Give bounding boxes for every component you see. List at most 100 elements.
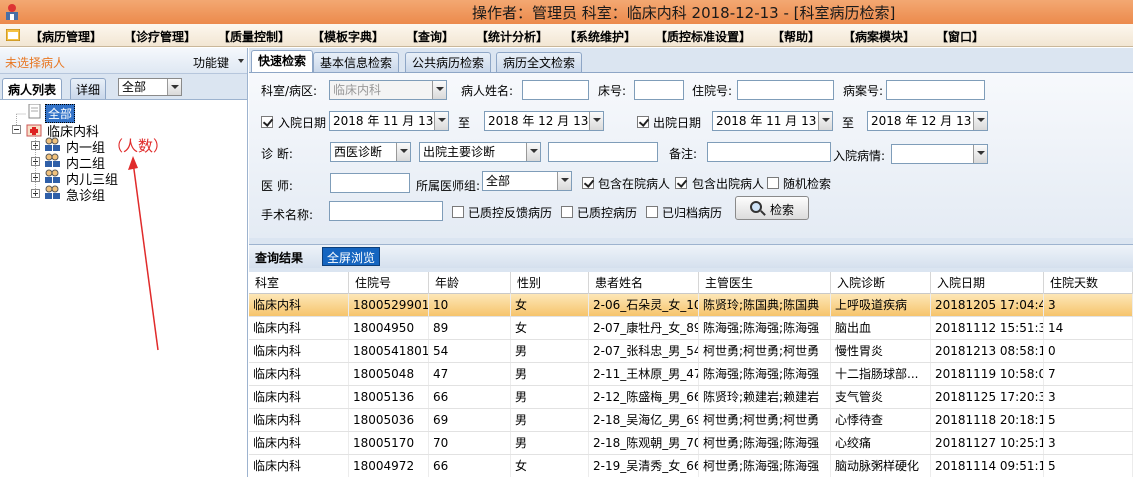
admit-from-date[interactable]: 2018 年 11 月 13 日 <box>329 111 449 131</box>
expand-toggle-icon[interactable] <box>31 157 40 166</box>
include-discharged-checkbox[interactable] <box>675 177 687 189</box>
table-row[interactable]: 临床内科 18004950 89 女 2-07_康牡丹_女_89 陈海强;陈海强;陈海强脑… <box>249 317 1133 340</box>
quick-search-form: 科室/病区: 临床内科 病人姓名: 床号: 住院号: 病案号: 入院日期 201… <box>249 72 1133 238</box>
diagnosis-input[interactable] <box>548 142 658 162</box>
menu-query[interactable]: 【查询】 <box>406 28 454 45</box>
cell-gender: 男 <box>511 363 589 385</box>
group-icon <box>45 169 60 183</box>
expand-toggle-icon[interactable] <box>31 173 40 182</box>
menu-statistics[interactable]: 【统计分析】 <box>476 28 548 45</box>
cell-admission-no: 18005170 <box>349 432 429 454</box>
dept-label: 科室/病区: <box>261 84 318 98</box>
chevron-down-icon[interactable] <box>238 59 244 63</box>
header-col-doctor[interactable]: 主管医生 <box>699 272 831 294</box>
include-inpatients-checkbox[interactable] <box>582 177 594 189</box>
chevron-down-icon[interactable] <box>557 172 571 190</box>
cell-admit-diagnosis: 上呼吸道疾病 <box>831 294 931 316</box>
tab-patient-list[interactable]: 病人列表 <box>2 78 63 99</box>
tab-basic-info-search[interactable]: 基本信息检索 <box>313 52 400 72</box>
bed-input[interactable] <box>634 80 684 100</box>
table-row[interactable]: 临床内科 18005170 70 男 2-18_陈观朝_男_70 柯世勇;陈海强;陈海强心… <box>249 432 1133 455</box>
fullscreen-button[interactable]: 全屏浏览 <box>322 247 381 266</box>
discharge-from-date[interactable]: 2018 年 11 月 13 日 <box>712 111 833 131</box>
discharge-date-checkbox[interactable] <box>637 116 649 128</box>
cell-admit-diagnosis: 心悸待查 <box>831 409 931 431</box>
search-button[interactable]: 检索 <box>735 196 809 220</box>
qc-done-label: 已质控病历 <box>577 206 638 220</box>
qc-feedback-label: 已质控反馈病历 <box>468 206 553 220</box>
chevron-down-icon[interactable] <box>167 79 181 95</box>
cell-doctor: 柯世勇;柯世勇;柯世勇 <box>699 340 831 362</box>
admit-condition-select[interactable] <box>891 144 988 164</box>
archived-checkbox[interactable] <box>646 206 658 218</box>
chevron-down-icon[interactable] <box>973 112 987 130</box>
table-row[interactable]: 临床内科 1800541801 54 男 2-07_张科忠_男_54 柯世勇;柯世勇;柯世… <box>249 340 1133 363</box>
function-key-button[interactable]: 功能键 <box>193 54 229 71</box>
case-no-input[interactable] <box>886 80 985 100</box>
menu-case-module[interactable]: 【病案模块】 <box>843 28 915 45</box>
cell-patient-name: 2-12_陈盛梅_男_66 <box>589 386 699 408</box>
header-col-admission-no[interactable]: 住院号 <box>349 272 429 294</box>
diagnosis-type-select[interactable]: 西医诊断 <box>330 142 411 162</box>
table-row[interactable]: 临床内科 18005136 66 男 2-12_陈盛梅_男_66 陈贤玲;赖建岩;赖建岩支… <box>249 386 1133 409</box>
admit-date-checkbox[interactable] <box>261 116 273 128</box>
qc-feedback-checkbox[interactable] <box>452 206 464 218</box>
tab-detail[interactable]: 详细 <box>70 78 107 99</box>
diagnosis-kind-select[interactable]: 出院主要诊断 <box>419 142 541 162</box>
cell-admit-diagnosis: 慢性胃炎 <box>831 340 931 362</box>
admission-no-input[interactable] <box>737 80 834 100</box>
doctor-group-select[interactable]: 全部 <box>482 171 572 191</box>
chevron-down-icon[interactable] <box>589 112 603 130</box>
surgery-label: 手术名称: <box>261 208 314 222</box>
header-col-gender[interactable]: 性别 <box>511 272 589 294</box>
admit-to-date[interactable]: 2018 年 12 月 13 日 <box>484 111 604 131</box>
expand-toggle-icon[interactable] <box>31 189 40 198</box>
random-search-checkbox[interactable] <box>767 177 779 189</box>
header-col-days[interactable]: 住院天数 <box>1044 272 1133 294</box>
results-bar: 查询结果 全屏浏览 <box>249 244 1133 268</box>
remark-input[interactable] <box>707 142 831 162</box>
header-col-patient-name[interactable]: 患者姓名 <box>589 272 699 294</box>
table-row[interactable]: 临床内科 1800529901 10 女 2-06_石朵灵_女_10 陈贤玲;陈国典;陈国… <box>249 294 1133 317</box>
chevron-down-icon[interactable] <box>818 112 832 130</box>
chevron-down-icon[interactable] <box>526 143 540 161</box>
menu-system[interactable]: 【系统维护】 <box>564 28 636 45</box>
menu-medical-records[interactable]: 【病历管理】 <box>30 28 102 45</box>
group-icon <box>45 153 60 167</box>
cell-admit-date: 20181119 10:58:02 <box>931 363 1044 385</box>
patient-name-input[interactable] <box>522 80 589 100</box>
menu-help[interactable]: 【帮助】 <box>772 28 820 45</box>
doctor-input[interactable] <box>330 173 410 193</box>
chevron-down-icon[interactable] <box>434 112 448 130</box>
window-menu-icon[interactable] <box>6 29 20 41</box>
tab-fulltext-search[interactable]: 病历全文检索 <box>496 52 583 72</box>
menu-templates[interactable]: 【模板字典】 <box>312 28 384 45</box>
table-row[interactable]: 临床内科 18005048 47 男 2-11_王林原_男_47 陈海强;陈海强;陈海强十… <box>249 363 1133 386</box>
collapse-toggle-icon[interactable] <box>12 125 21 134</box>
tab-quick-search[interactable]: 快速检索 <box>251 50 314 72</box>
table-row[interactable]: 临床内科 18005036 69 男 2-18_吴海亿_男_69 柯世勇;柯世勇;柯世勇心… <box>249 409 1133 432</box>
header-col-dept[interactable]: 科室 <box>249 272 349 294</box>
header-col-admit-diagnosis[interactable]: 入院诊断 <box>831 272 931 294</box>
chevron-down-icon[interactable] <box>396 143 410 161</box>
surgery-input[interactable] <box>329 201 443 221</box>
cell-admit-diagnosis: 心绞痛 <box>831 432 931 454</box>
table-row[interactable]: 临床内科 18004972 66 女 2-19_吴清秀_女_66 柯世勇;陈海强;陈海强脑… <box>249 455 1133 477</box>
discharge-to-date[interactable]: 2018 年 12 月 13 日 <box>867 111 988 131</box>
cell-admit-diagnosis: 支气管炎 <box>831 386 931 408</box>
expand-toggle-icon[interactable] <box>31 141 40 150</box>
tree-node-group-label: 急诊组 <box>66 189 106 204</box>
menu-window[interactable]: 【窗口】 <box>936 28 984 45</box>
remark-label: 备注: <box>669 147 698 161</box>
qc-done-checkbox[interactable] <box>561 206 573 218</box>
tab-public-record-search[interactable]: 公共病历检索 <box>405 52 492 72</box>
menu-quality-control[interactable]: 【质量控制】 <box>218 28 290 45</box>
menu-qc-standards[interactable]: 【质控标准设置】 <box>655 28 751 45</box>
chevron-down-icon <box>432 81 446 99</box>
chevron-down-icon[interactable] <box>973 145 987 163</box>
header-col-age[interactable]: 年龄 <box>429 272 511 294</box>
search-icon-handle <box>760 210 766 216</box>
header-col-admit-date[interactable]: 入院日期 <box>931 272 1044 294</box>
scope-select[interactable]: 全部 <box>118 78 182 96</box>
menu-diagnosis[interactable]: 【诊疗管理】 <box>124 28 196 45</box>
